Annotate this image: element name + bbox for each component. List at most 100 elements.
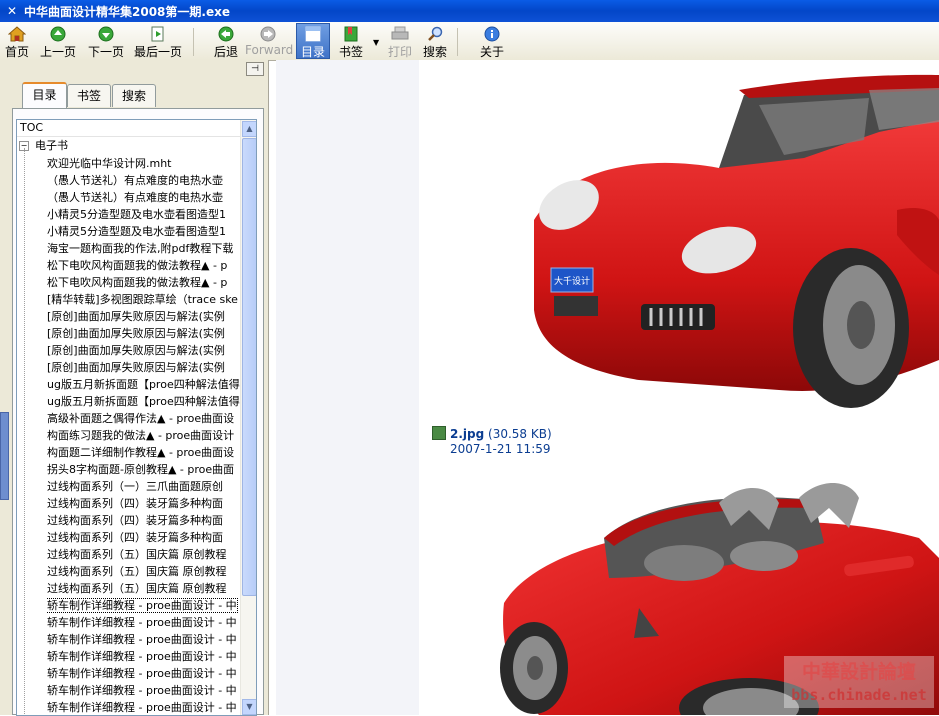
toc-item-label: 海宝一题构面我的作法,附pdf教程下载 [47, 242, 233, 255]
file-size: (30.58 KB) [488, 427, 552, 441]
pin-icon[interactable]: ⊣ [246, 62, 264, 76]
toc-item[interactable]: [原创]曲面加厚失败原因与解法(实例 [47, 342, 243, 359]
toc-item-label: 拐头8字构面题-原创教程▲ - proe曲面 [47, 463, 234, 476]
navigation-pane: ⊣ 目录 书签 搜索 TOC − 电子书 欢迎光临中华设计网.mht （愚人节送礼）… [0, 60, 269, 715]
forum-watermark: 中華設計論壇 bbs.chinade.net [784, 656, 934, 708]
toc-item-label: [原创]曲面加厚失败原因与解法(实例 [47, 310, 225, 323]
tab-contents[interactable]: 目录 [22, 82, 67, 109]
toc-item-label: 小精灵5分造型题及电水壶看图造型1 [47, 225, 226, 238]
toc-item[interactable]: 轿车制作详细教程 - proe曲面设计 - 中 [47, 614, 243, 631]
pane-collapse-handle[interactable] [0, 412, 9, 500]
file-name-link[interactable]: 2.jpg [450, 427, 484, 441]
search-button[interactable]: 搜索 [421, 24, 449, 58]
scroll-thumb[interactable] [242, 138, 257, 596]
toc-item[interactable]: 轿车制作详细教程 - proe曲面设计 - 中 [47, 682, 243, 699]
last-page-icon [149, 26, 167, 42]
toc-item[interactable]: 小精灵5分造型题及电水壶看图造型1 [47, 206, 243, 223]
toc-item-label: 轿车制作详细教程 - proe曲面设计 - 中 [47, 650, 237, 663]
toc-item[interactable]: 过线构面系列（四）装牙篇多种构面 [47, 512, 243, 529]
next-page-label: 下一页 [85, 43, 127, 60]
toc-item[interactable]: 轿车制作详细教程 - proe曲面设计 - 中 [47, 648, 243, 665]
toc-item[interactable]: 松下电吹风构面题我的做法教程▲ - p [47, 274, 243, 291]
toc-item[interactable]: 轿车制作详细教程 - proe曲面设计 - 中 [47, 699, 243, 716]
print-icon [391, 26, 409, 42]
toc-item[interactable]: 海宝一题构面我的作法,附pdf教程下载 [47, 240, 243, 257]
toc-item[interactable]: 松下电吹风构面题我的做法教程▲ - p [47, 257, 243, 274]
previous-page-button[interactable]: 上一页 [37, 24, 79, 58]
toc-item[interactable]: 高级补面题之偶得作法▲ - proe曲面设 [47, 410, 243, 427]
toc-item[interactable]: 小精灵5分造型题及电水壶看图造型1 [47, 223, 243, 240]
toc-item-label: 过线构面系列（四）装牙篇多种构面 [47, 531, 223, 544]
toc-item-label: 轿车制作详细教程 - proe曲面设计 - 中 [47, 701, 237, 714]
toc-item-label: 过线构面系列（五）国庆篇 原创教程 [47, 582, 227, 595]
bookmark-dropdown-arrow[interactable]: ▼ [373, 38, 379, 47]
info-icon [483, 26, 501, 42]
tab-contents-label: 目录 [32, 88, 56, 102]
title-bar: ✕ 中华曲面设计精华集2008第一期.exe [0, 0, 939, 22]
toc-item[interactable]: [原创]曲面加厚失败原因与解法(实例 [47, 359, 243, 376]
toolbar-separator [457, 28, 458, 56]
forward-button[interactable]: Forward [245, 24, 291, 58]
tree-guide-line [24, 148, 26, 716]
toc-item-label: [原创]曲面加厚失败原因与解法(实例 [47, 327, 225, 340]
toc-item[interactable]: 过线构面系列（五）国庆篇 原创教程 [47, 563, 243, 580]
vertical-scrollbar[interactable]: ▲ ▼ [240, 120, 256, 715]
toc-item[interactable]: 拐头8字构面题-原创教程▲ - proe曲面 [47, 461, 243, 478]
print-button[interactable]: 打印 [386, 24, 414, 58]
toc-item[interactable]: 轿车制作详细教程 - proe曲面设计 - 中 [47, 631, 243, 648]
last-page-button[interactable]: 最后一页 [133, 24, 183, 58]
toc-item[interactable]: [原创]曲面加厚失败原因与解法(实例 [47, 308, 243, 325]
tab-search[interactable]: 搜索 [112, 84, 156, 107]
home-button[interactable]: 首页 [3, 24, 31, 58]
window-title: 中华曲面设计精华集2008第一期.exe [24, 3, 230, 20]
home-label: 首页 [3, 43, 31, 60]
search-icon [426, 26, 444, 42]
tab-search-label: 搜索 [122, 89, 146, 103]
toc-item-label: [精华转载]多视图跟踪草绘（trace ske [47, 293, 238, 306]
tree-root[interactable]: − 电子书 [19, 138, 68, 154]
toolbar: 首页 上一页 下一页 最后一页 后退 Forward 目录 书签 ▼ 打印 搜索… [0, 22, 939, 61]
toc-tree[interactable]: TOC − 电子书 欢迎光临中华设计网.mht （愚人节送礼）有点难度的电热水壶 （愚… [16, 119, 257, 716]
toc-item[interactable]: 欢迎光临中华设计网.mht [47, 155, 243, 172]
toc-item[interactable]: ug版五月新拆面题【proe四种解法值得 [47, 393, 243, 410]
scroll-up-arrow-icon[interactable]: ▲ [242, 121, 257, 137]
contents-button[interactable]: 目录 [296, 23, 330, 59]
toc-item-label: 松下电吹风构面题我的做法教程▲ - p [47, 276, 227, 289]
toc-item[interactable]: 过线构面系列（一）三爪曲面题原创 [47, 478, 243, 495]
next-page-button[interactable]: 下一页 [85, 24, 127, 58]
toc-item[interactable]: 构面题二详细制作教程▲ - proe曲面设 [47, 444, 243, 461]
toc-item[interactable]: [精华转载]多视图跟踪草绘（trace ske [47, 291, 243, 308]
toc-item[interactable]: 过线构面系列（五）国庆篇 原创教程 [47, 580, 243, 597]
toc-item-label: 过线构面系列（一）三爪曲面题原创 [47, 480, 223, 493]
toc-item[interactable]: 过线构面系列（四）装牙篇多种构面 [47, 495, 243, 512]
contents-icon [304, 26, 322, 42]
toc-item-label: （愚人节送礼）有点难度的电热水壶 [47, 174, 223, 187]
toc-item[interactable]: ug版五月新拆面题【proe四种解法值得 [47, 376, 243, 393]
about-label: 关于 [478, 43, 506, 60]
red-car-image-1: 大千设计 [419, 60, 939, 425]
toc-item-label: 构面题二详细制作教程▲ - proe曲面设 [47, 446, 234, 459]
toc-item[interactable]: 轿车制作详细教程 - proe曲面设计 - 中 [47, 597, 243, 614]
image-file-icon [432, 426, 446, 440]
toc-item[interactable]: [原创]曲面加厚失败原因与解法(实例 [47, 325, 243, 342]
toc-item[interactable]: 构面练习题我的做法▲ - proe曲面设计 [47, 427, 243, 444]
toc-item-label: 松下电吹风构面题我的做法教程▲ - p [47, 259, 227, 272]
toc-item-label: 轿车制作详细教程 - proe曲面设计 - 中 [47, 599, 237, 612]
bookmark-button[interactable]: 书签 [336, 24, 366, 58]
toc-item-label: 高级补面题之偶得作法▲ - proe曲面设 [47, 412, 234, 425]
document-view[interactable]: 大千设计 2.jpg (30.58 KB) 2007-1-21 11:59 中華… [276, 60, 939, 715]
toc-item[interactable]: 轿车制作详细教程 - proe曲面设计 - 中 [47, 665, 243, 682]
tab-bookmarks[interactable]: 书签 [67, 84, 111, 107]
scroll-down-arrow-icon[interactable]: ▼ [242, 699, 257, 715]
home-icon [8, 26, 26, 42]
file-entry[interactable]: 2.jpg (30.58 KB) 2007-1-21 11:59 [432, 426, 552, 456]
back-button[interactable]: 后退 [211, 24, 241, 58]
about-button[interactable]: 关于 [478, 24, 506, 58]
toc-item[interactable]: （愚人节送礼）有点难度的电热水壶 [47, 172, 243, 189]
contents-panel: TOC − 电子书 欢迎光临中华设计网.mht （愚人节送礼）有点难度的电热水壶 （愚… [12, 108, 264, 715]
toc-item[interactable]: （愚人节送礼）有点难度的电热水壶 [47, 189, 243, 206]
toc-item-label: 过线构面系列（四）装牙篇多种构面 [47, 514, 223, 527]
toc-item[interactable]: 过线构面系列（四）装牙篇多种构面 [47, 529, 243, 546]
toc-item-label: 过线构面系列（五）国庆篇 原创教程 [47, 565, 227, 578]
toc-item[interactable]: 过线构面系列（五）国庆篇 原创教程 [47, 546, 243, 563]
